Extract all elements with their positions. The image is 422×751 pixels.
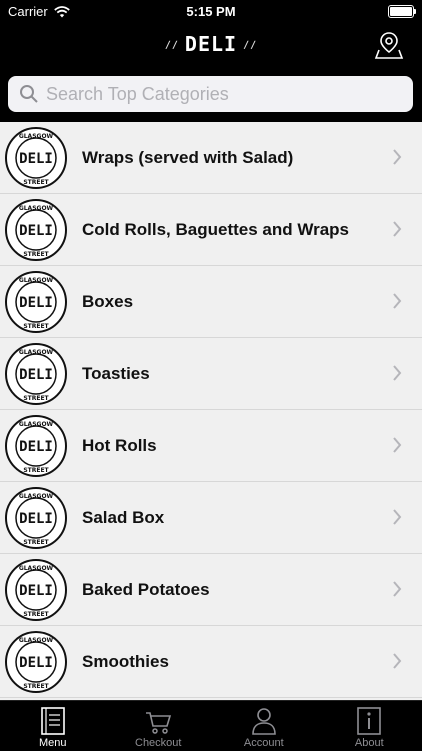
svg-text:GLASGOW: GLASGOW [19,205,54,212]
glasgow-deli-badge-icon: GLASGOW DELI STREET [4,126,68,190]
svg-text:GLASGOW: GLASGOW [19,349,54,356]
svg-text:STREET: STREET [23,251,49,258]
category-label: Boxes [82,266,133,337]
tab-menu[interactable]: Menu [0,701,106,751]
category-label: Cold Rolls, Baguettes and Wraps [82,194,349,265]
svg-text:STREET: STREET [23,683,49,690]
tab-checkout[interactable]: Checkout [106,701,212,751]
category-row-baked-potatoes[interactable]: GLASGOW DELI STREET Baked Potatoes [0,554,422,626]
person-icon [250,706,278,736]
svg-text:DELI: DELI [19,655,53,671]
glasgow-deli-badge-icon: GLASGOW DELI STREET [4,270,68,334]
info-icon [356,706,382,736]
glasgow-deli-badge-icon: GLASGOW DELI STREET [4,198,68,262]
glasgow-deli-badge-icon: GLASGOW DELI STREET [4,342,68,406]
svg-text:GLASGOW: GLASGOW [19,493,54,500]
chevron-right-icon [392,652,402,670]
deli-logo: ∕∕ DELI ∕∕ [159,32,263,56]
status-bar: Carrier 5:15 PM [0,0,422,22]
chevron-right-icon [392,220,402,238]
category-label: Salad Box [82,482,164,553]
category-row-wraps[interactable]: GLASGOW DELI STREET Wraps (served with S… [0,122,422,194]
svg-text:STREET: STREET [23,395,49,402]
svg-text:GLASGOW: GLASGOW [19,421,54,428]
category-label: Smoothies [82,626,169,697]
cart-icon [144,706,172,736]
svg-text:DELI: DELI [19,151,53,167]
logo-left-wing-icon: ∕∕ [165,40,179,51]
svg-text:DELI: DELI [19,295,53,311]
glasgow-deli-badge-icon: GLASGOW DELI STREET [4,558,68,622]
search-input[interactable] [44,83,398,106]
menu-book-icon [40,706,66,736]
search-bar-container [0,70,422,122]
glasgow-deli-badge-icon: GLASGOW DELI STREET [4,486,68,550]
tab-about[interactable]: About [317,701,422,751]
map-pin-button[interactable] [374,30,404,60]
category-row-toasties[interactable]: GLASGOW DELI STREET Toasties [0,338,422,410]
category-label: Hot Rolls [82,410,157,481]
battery-icon [388,5,414,18]
svg-text:DELI: DELI [19,583,53,599]
category-row-salad-box[interactable]: GLASGOW DELI STREET Salad Box [0,482,422,554]
chevron-right-icon [392,436,402,454]
category-row-hot-rolls[interactable]: GLASGOW DELI STREET Hot Rolls [0,410,422,482]
category-list[interactable]: GLASGOW DELI STREET Wraps (served with S… [0,122,422,700]
chevron-right-icon [392,364,402,382]
svg-text:GLASGOW: GLASGOW [19,133,54,140]
chevron-right-icon [392,292,402,310]
chevron-right-icon [392,508,402,526]
search-bar[interactable] [8,76,413,112]
svg-text:STREET: STREET [23,323,49,330]
tab-label: Menu [0,737,106,749]
svg-text:DELI: DELI [19,511,53,527]
status-time: 5:15 PM [0,4,422,19]
logo-right-wing-icon: ∕∕ [243,40,257,51]
logo-text: DELI [185,32,237,56]
tab-label: About [317,737,422,749]
category-row-cold-rolls[interactable]: GLASGOW DELI STREET Cold Rolls, Baguette… [0,194,422,266]
glasgow-deli-badge-icon: GLASGOW DELI STREET [4,630,68,694]
tab-label: Account [211,737,317,749]
svg-text:DELI: DELI [19,367,53,383]
tab-account[interactable]: Account [211,701,317,751]
svg-text:STREET: STREET [23,467,49,474]
category-label: Toasties [82,338,150,409]
glasgow-deli-badge-icon: GLASGOW DELI STREET [4,414,68,478]
svg-text:DELI: DELI [19,223,53,239]
svg-text:GLASGOW: GLASGOW [19,277,54,284]
nav-bar: ∕∕ DELI ∕∕ [0,22,422,70]
svg-text:GLASGOW: GLASGOW [19,565,54,572]
svg-text:GLASGOW: GLASGOW [19,637,54,644]
chevron-right-icon [392,148,402,166]
category-row-boxes[interactable]: GLASGOW DELI STREET Boxes [0,266,422,338]
category-label: Baked Potatoes [82,554,210,625]
category-row-smoothies[interactable]: GLASGOW DELI STREET Smoothies [0,626,422,698]
svg-text:STREET: STREET [23,179,49,186]
category-label: Wraps (served with Salad) [82,122,293,193]
svg-text:DELI: DELI [19,439,53,455]
chevron-right-icon [392,580,402,598]
tab-bar: Menu Checkout Account About [0,700,422,751]
svg-text:STREET: STREET [23,539,49,546]
search-icon [14,79,44,109]
svg-text:STREET: STREET [23,611,49,618]
tab-label: Checkout [106,737,212,749]
map-pin-icon [374,30,404,60]
